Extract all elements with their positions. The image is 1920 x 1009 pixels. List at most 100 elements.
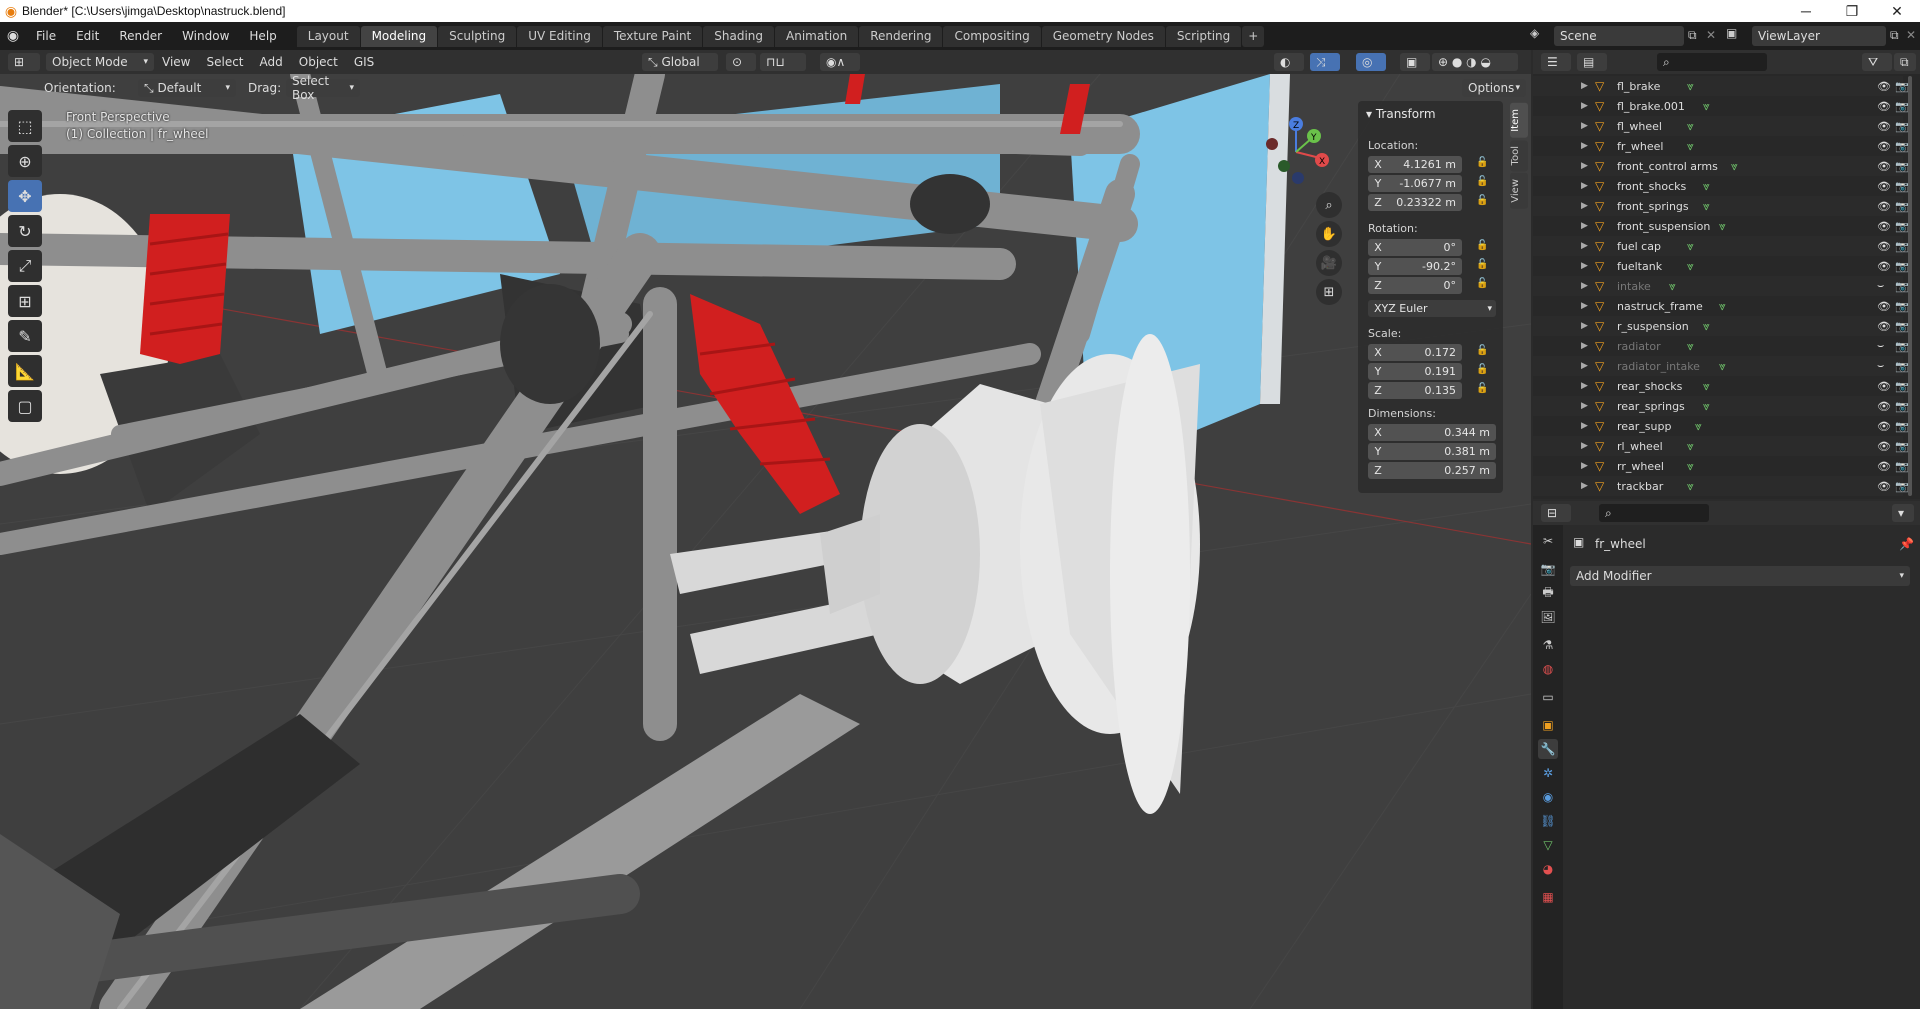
camera-icon[interactable]: 📷 xyxy=(1895,340,1909,353)
tab-rendering[interactable]: Rendering xyxy=(859,25,943,47)
outliner-row[interactable]: ▶ ▽ fuel cap ⩔ 👁 📷 xyxy=(1533,236,1909,256)
eye-icon[interactable]: 👁 xyxy=(1877,100,1891,113)
expand-arrow-icon[interactable]: ▶ xyxy=(1581,301,1588,311)
new-collection-icon[interactable]: ⧉ xyxy=(1894,53,1916,71)
tab-sculpting[interactable]: Sculpting xyxy=(438,25,517,47)
expand-arrow-icon[interactable]: ▶ xyxy=(1581,481,1588,491)
outliner-item-name[interactable]: fl_brake xyxy=(1617,80,1660,93)
outliner-item-name[interactable]: rear_supp xyxy=(1617,420,1671,433)
tool-properties-icon[interactable]: ✂ xyxy=(1538,531,1558,551)
outliner-search-input[interactable]: ⌕ xyxy=(1657,53,1767,71)
tab-layout[interactable]: Layout xyxy=(296,25,360,47)
camera-icon[interactable]: 📷 xyxy=(1895,260,1909,273)
constraints-properties-icon[interactable]: ⛓ xyxy=(1538,811,1558,831)
outliner-item-name[interactable]: radiator_intake xyxy=(1617,360,1700,373)
camera-icon[interactable]: 📷 xyxy=(1895,100,1909,113)
expand-arrow-icon[interactable]: ▶ xyxy=(1581,461,1588,471)
outliner-item-name[interactable]: front_suspension xyxy=(1617,220,1710,233)
tab-view[interactable]: View xyxy=(1510,173,1528,209)
editor-type-icon[interactable]: ☰ xyxy=(1541,53,1571,71)
pin-icon[interactable]: 📌 xyxy=(1899,537,1914,551)
eye-icon[interactable]: 👁 xyxy=(1877,320,1891,333)
outliner-row[interactable]: ▶ ▽ fr_wheel ⩔ 👁 📷 xyxy=(1533,136,1909,156)
zoom-icon[interactable]: ⌕ xyxy=(1316,192,1342,218)
camera-icon[interactable]: 📷 xyxy=(1895,460,1909,473)
location-z-field[interactable]: Z 0.23322 m xyxy=(1368,194,1462,211)
lock-icon[interactable]: 🔓 xyxy=(1476,259,1490,273)
outliner-item-name[interactable]: rr_wheel xyxy=(1617,460,1664,473)
menu-gis[interactable]: GIS xyxy=(346,55,382,69)
eye-icon[interactable]: ⌣ xyxy=(1877,359,1884,373)
eye-icon[interactable]: 👁 xyxy=(1877,240,1891,253)
outliner-row[interactable]: ▶ ▽ rl_wheel ⩔ 👁 📷 xyxy=(1533,436,1909,456)
tab-compositing[interactable]: Compositing xyxy=(943,25,1041,47)
camera-icon[interactable]: 📷 xyxy=(1895,400,1909,413)
expand-arrow-icon[interactable]: ▶ xyxy=(1581,121,1588,131)
scene-icon[interactable]: ◈ xyxy=(1530,26,1539,40)
add-workspace-button[interactable]: + xyxy=(1242,25,1265,47)
view-layer-properties-icon[interactable]: 🖼 xyxy=(1538,607,1558,627)
tab-tool[interactable]: Tool xyxy=(1510,139,1528,172)
tab-geometry-nodes[interactable]: Geometry Nodes xyxy=(1041,25,1165,47)
menu-help[interactable]: Help xyxy=(239,26,286,46)
menu-edit[interactable]: Edit xyxy=(66,26,109,46)
expand-arrow-icon[interactable]: ▶ xyxy=(1581,221,1588,231)
scene-properties-icon[interactable]: ⚗ xyxy=(1538,635,1558,655)
lock-icon[interactable]: 🔓 xyxy=(1476,383,1490,397)
transform-header[interactable]: ▾ Transform xyxy=(1366,107,1436,121)
menu-add[interactable]: Add xyxy=(252,55,291,69)
material-properties-icon[interactable]: ◕ xyxy=(1538,859,1558,879)
location-y-field[interactable]: Y -1.0677 m xyxy=(1368,175,1462,192)
outliner-row[interactable]: ▶ ▽ front_shocks ⩔ 👁 📷 xyxy=(1533,176,1909,196)
eye-icon[interactable]: 👁 xyxy=(1877,300,1891,313)
camera-icon[interactable]: 📷 xyxy=(1895,440,1909,453)
world-properties-icon[interactable]: ◍ xyxy=(1538,659,1558,679)
camera-icon[interactable]: 📷 xyxy=(1895,160,1909,173)
navigation-gizmo[interactable]: Z Y X xyxy=(1256,114,1336,194)
eye-icon[interactable]: 👁 xyxy=(1877,260,1891,273)
camera-icon[interactable]: 📷 xyxy=(1895,240,1909,253)
outliner-item-name[interactable]: front_control arms xyxy=(1617,160,1718,173)
outliner-row[interactable]: ▶ ▽ front_control arms ⩔ 👁 📷 xyxy=(1533,156,1909,176)
delete-scene-icon[interactable]: ✕ xyxy=(1706,28,1716,42)
menu-object[interactable]: Object xyxy=(291,55,346,69)
expand-arrow-icon[interactable]: ▶ xyxy=(1581,261,1588,271)
display-mode-icon[interactable]: ▤ xyxy=(1577,53,1607,71)
outliner-row[interactable]: ▶ ▽ nastruck_frame ⩔ 👁 📷 xyxy=(1533,296,1909,316)
grid-view-icon[interactable]: ⊞ xyxy=(1316,279,1342,305)
3d-viewport[interactable]: Front Perspective (1) Collection | fr_wh… xyxy=(0,74,1531,1009)
outliner-item-name[interactable]: fl_wheel xyxy=(1617,120,1662,133)
expand-arrow-icon[interactable]: ▶ xyxy=(1581,421,1588,431)
camera-icon[interactable]: 📷 xyxy=(1895,380,1909,393)
outliner-row[interactable]: ▶ ▽ front_springs ⩔ 👁 📷 xyxy=(1533,196,1909,216)
eye-icon[interactable]: ⌣ xyxy=(1877,279,1884,293)
outliner-row[interactable]: ▶ ▽ front_suspension ⩔ 👁 📷 xyxy=(1533,216,1909,236)
tab-uv-editing[interactable]: UV Editing xyxy=(517,25,602,47)
outliner-row[interactable]: ▶ ▽ radiator_intake ⩔ ⌣ 📷 xyxy=(1533,356,1909,376)
outliner-row[interactable]: ▶ ▽ rr_wheel ⩔ 👁 📷 xyxy=(1533,456,1909,476)
outliner-row[interactable]: ▶ ▽ rear_supp ⩔ 👁 📷 xyxy=(1533,416,1909,436)
close-icon[interactable]: ✕ xyxy=(1874,0,1920,22)
outliner-item-name[interactable]: nastruck_frame xyxy=(1617,300,1703,313)
delete-view-layer-icon[interactable]: ✕ xyxy=(1906,28,1916,42)
eye-icon[interactable]: ⌣ xyxy=(1877,339,1884,353)
transform-tool-icon[interactable]: ⊞ xyxy=(8,285,42,317)
outliner-row[interactable]: ▶ ▽ fl_wheel ⩔ 👁 📷 xyxy=(1533,116,1909,136)
visibility-icon[interactable]: ◐ xyxy=(1274,53,1304,71)
new-scene-icon[interactable]: ⧉ xyxy=(1688,28,1697,43)
tab-modeling[interactable]: Modeling xyxy=(360,25,438,47)
outliner-item-name[interactable]: radiator xyxy=(1617,340,1661,353)
outliner-row[interactable]: ▶ ▽ r_suspension ⩔ 👁 📷 xyxy=(1533,316,1909,336)
measure-tool-icon[interactable]: 📐 xyxy=(8,355,42,387)
rotation-z-field[interactable]: Z 0° xyxy=(1368,277,1462,294)
restore-icon[interactable]: ❐ xyxy=(1829,0,1875,22)
eye-icon[interactable]: 👁 xyxy=(1877,160,1891,173)
expand-arrow-icon[interactable]: ▶ xyxy=(1581,401,1588,411)
modifier-properties-icon[interactable]: 🔧 xyxy=(1538,739,1558,759)
particles-properties-icon[interactable]: ✲ xyxy=(1538,763,1558,783)
tab-animation[interactable]: Animation xyxy=(775,25,859,47)
outliner-item-name[interactable]: fuel cap xyxy=(1617,240,1661,253)
data-properties-icon[interactable]: ▽ xyxy=(1538,835,1558,855)
add-cube-tool-icon[interactable]: ▢ xyxy=(8,390,42,422)
view-layer-icon[interactable]: ▣ xyxy=(1726,26,1737,40)
